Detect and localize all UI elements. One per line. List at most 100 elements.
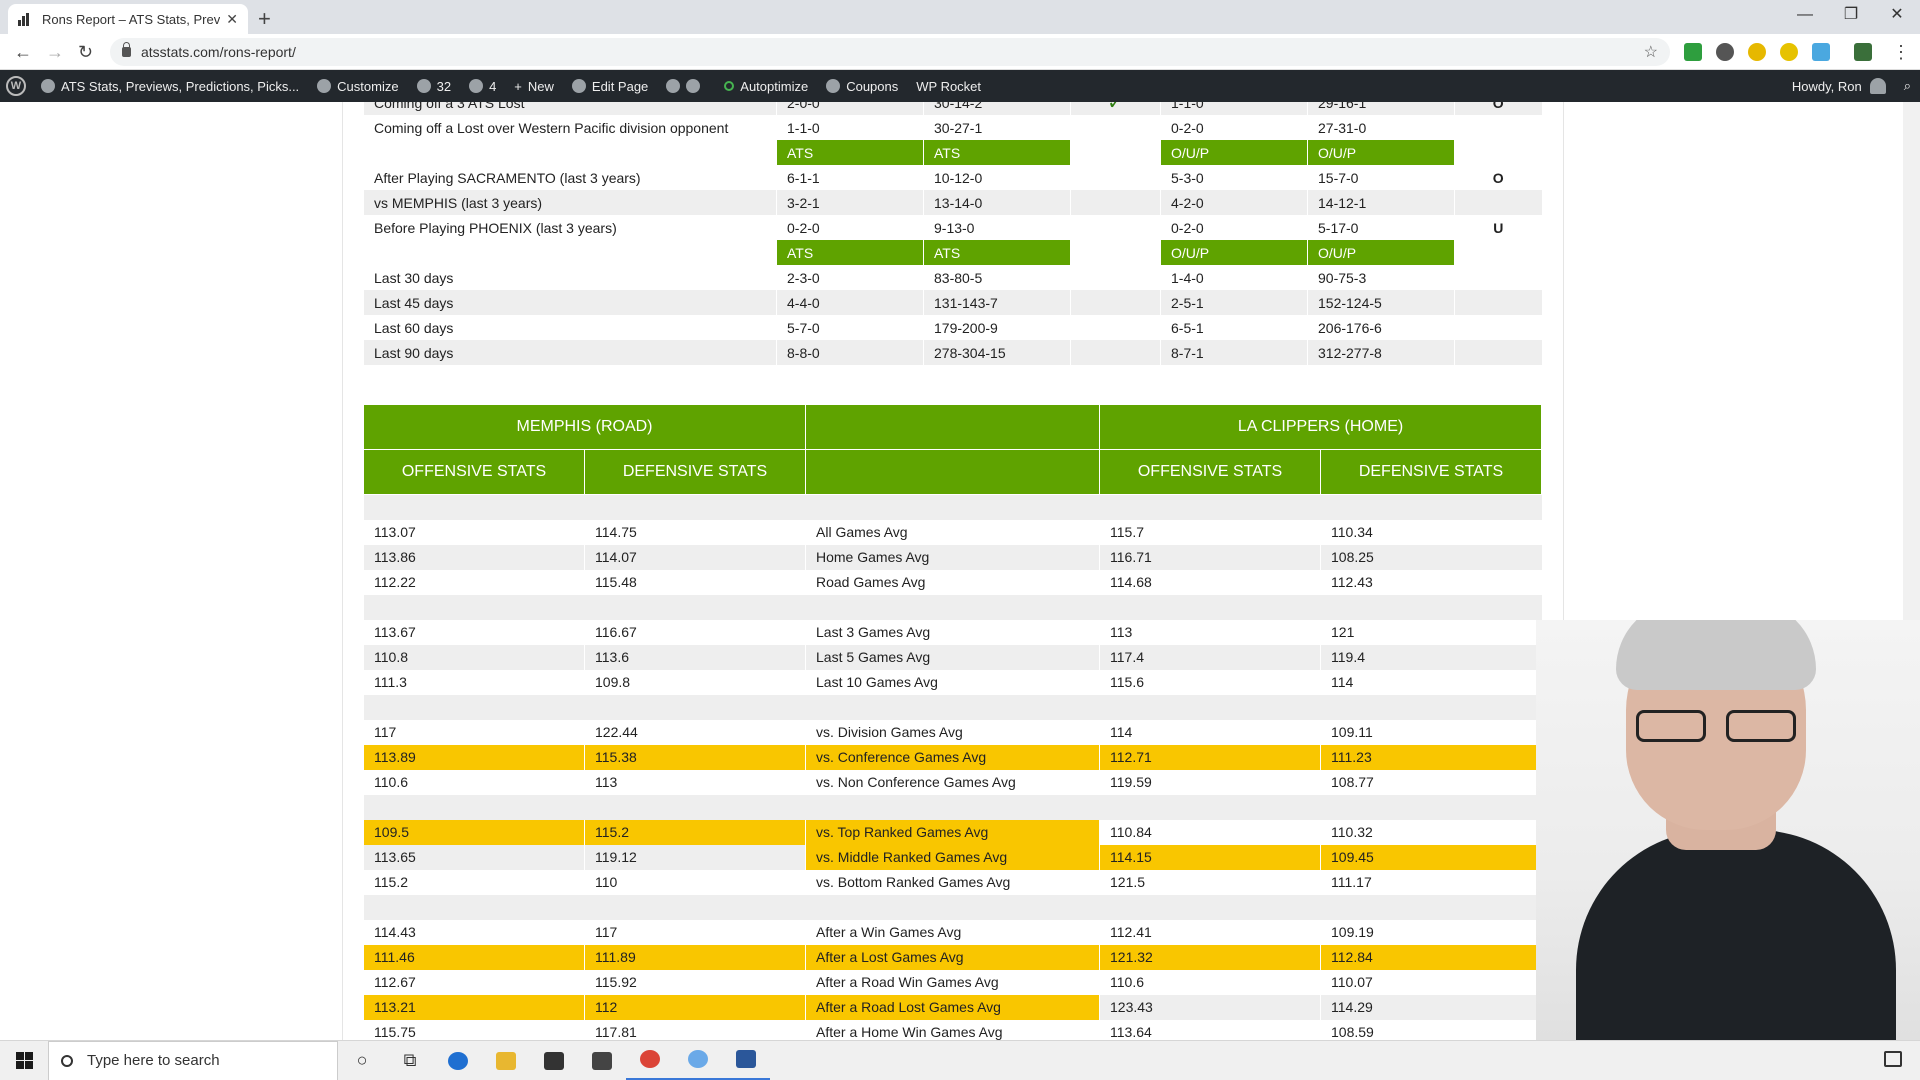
stats-cell-c: 115.7 — [1099, 519, 1321, 545]
wp-admin-bar: W ATS Stats, Previews, Predictions, Pick… — [0, 70, 1920, 102]
stats-cell-d: 114 — [1320, 669, 1542, 695]
stats-cell-label: vs. Conference Games Avg — [805, 744, 1100, 770]
wp-rocket[interactable]: WP Rocket — [907, 70, 990, 102]
stats-cell-label: vs. Non Conference Games Avg — [805, 769, 1100, 795]
trends-cell-c1: 8-8-0 — [776, 340, 924, 365]
home-defensive-header: DEFENSIVE STATS — [1320, 449, 1542, 495]
cortana-icon[interactable]: ○ — [338, 1041, 386, 1080]
word-icon[interactable] — [722, 1041, 770, 1080]
trends-cell-c3: 6-5-1 — [1160, 315, 1308, 340]
trends-row: Last 30 days 2-3-0 83-80-5 1-4-0 90-75-3 — [363, 265, 1542, 290]
mail-icon[interactable] — [578, 1041, 626, 1080]
trends-cell-c1: 4-4-0 — [776, 290, 924, 315]
stats-cell-b: 113.6 — [584, 644, 806, 670]
forward-icon[interactable]: → — [46, 42, 64, 63]
stats-row: 111.46 111.89 After a Lost Games Avg 121.32… — [363, 944, 1542, 970]
stats-cell-label: vs. Division Games Avg — [805, 719, 1100, 745]
stats-cell-label: vs. Top Ranked Games Avg — [805, 819, 1100, 845]
stats-cell-d: 112.43 — [1320, 569, 1542, 595]
close-window-button[interactable]: ✕ — [1874, 0, 1920, 34]
trends-cell-c4: 5-17-0 — [1307, 215, 1455, 240]
notifications-icon[interactable] — [1884, 1051, 1902, 1067]
stats-spacer-row — [363, 594, 1542, 620]
minimize-button[interactable]: — — [1782, 0, 1828, 34]
extension-home-icon[interactable] — [1748, 43, 1766, 61]
trends-cell-check — [1070, 315, 1161, 340]
wp-site-name[interactable]: ATS Stats, Previews, Predictions, Picks.… — [32, 70, 308, 102]
stats-cell-c: 113 — [1099, 619, 1321, 645]
file-explorer-icon[interactable] — [482, 1041, 530, 1080]
recorder-icon[interactable] — [674, 1041, 722, 1080]
address-bar[interactable]: atsstats.com/rons-report/ ☆ — [110, 38, 1670, 66]
spacer-cell — [363, 694, 1542, 720]
stats-cell-d: 111.17 — [1320, 869, 1542, 895]
wp-howdy[interactable]: Howdy, Ron — [1783, 70, 1895, 102]
stats-cell-d: 111.23 — [1320, 744, 1542, 770]
howdy-label: Howdy, Ron — [1791, 78, 1862, 94]
back-icon[interactable]: ← — [14, 42, 32, 63]
restore-button[interactable]: ❐ — [1828, 0, 1874, 34]
stats-cell-c: 112.41 — [1099, 919, 1321, 945]
trends-cell-label: After Playing SACRAMENTO (last 3 years) — [363, 165, 777, 190]
wp-coupons[interactable]: Coupons — [817, 70, 907, 102]
reload-icon[interactable]: ↻ — [78, 42, 93, 63]
stats-cell-c: 119.59 — [1099, 769, 1321, 795]
trends-cell-flag: O — [1454, 102, 1542, 115]
start-button[interactable] — [0, 1041, 48, 1080]
stats-cell-label: vs. Bottom Ranked Games Avg — [805, 869, 1100, 895]
stats-cell-c: 121.5 — [1099, 869, 1321, 895]
wp-customize[interactable]: Customize — [308, 70, 407, 102]
wp-search-icon[interactable]: ⌕ — [1895, 70, 1920, 102]
trends-row: After Playing SACRAMENTO (last 3 years) 6… — [363, 165, 1542, 190]
wp-comments[interactable]: 4 — [460, 70, 505, 102]
wordpress-logo-icon[interactable]: W — [6, 76, 26, 96]
trends-cell-empty — [1454, 240, 1542, 265]
extension-cloud-icon[interactable] — [1812, 43, 1830, 61]
taskbar-search-box[interactable]: Type here to search — [48, 1040, 338, 1080]
updates-count: 32 — [436, 78, 452, 94]
trends-cell-c4: 27-31-0 — [1307, 115, 1455, 140]
team-header-row: MEMPHIS (ROAD) LA CLIPPERS (HOME) — [363, 404, 1542, 450]
trends-cell-c2: 30-14-2 — [923, 102, 1071, 115]
browser-tab[interactable]: Rons Report – ATS Stats, Previews, ✕ — [8, 4, 248, 34]
stats-cell-d: 108.59 — [1320, 1019, 1542, 1040]
tab-close-icon[interactable]: ✕ — [226, 11, 238, 28]
stats-cell-c: 114.68 — [1099, 569, 1321, 595]
task-view-icon[interactable]: ⧉ — [386, 1041, 434, 1080]
stats-row: 115.75 117.81 After a Home Win Games Avg 11… — [363, 1019, 1542, 1040]
bookmark-star-icon[interactable]: ☆ — [1644, 42, 1658, 62]
extension-headphones-icon[interactable] — [1716, 43, 1734, 61]
profile-avatar-icon[interactable] — [1854, 43, 1872, 61]
wp-autoptimize[interactable]: Autoptimize — [715, 70, 817, 102]
extension-search-icon[interactable] — [1780, 43, 1798, 61]
site-name-label: ATS Stats, Previews, Predictions, Picks.… — [61, 78, 300, 94]
browser-menu-icon[interactable]: ⋮ — [1892, 42, 1910, 63]
stats-cell-b: 111.89 — [584, 944, 806, 970]
extension-check-icon[interactable] — [1684, 43, 1702, 61]
new-tab-button[interactable]: + — [258, 6, 271, 32]
brush-icon — [317, 79, 332, 93]
trends-cell-c4: 312-277-8 — [1307, 340, 1455, 365]
road-defensive-header: DEFENSIVE STATS — [584, 449, 806, 495]
stats-cell-d: 112.84 — [1320, 944, 1542, 970]
stats-cell-d: 114.29 — [1320, 994, 1542, 1020]
spacer-cell — [363, 494, 1542, 520]
chrome-icon[interactable] — [626, 1041, 674, 1080]
wp-updates[interactable]: 32 — [408, 70, 460, 102]
wp-yoast[interactable] — [657, 70, 715, 102]
road-offensive-header: OFFENSIVE STATS — [363, 449, 585, 495]
tab-title: Rons Report – ATS Stats, Previews, — [42, 11, 221, 27]
wp-new[interactable]: + New — [505, 70, 563, 102]
trends-cell-c3: 0-2-0 — [1160, 115, 1308, 140]
stats-row: 113.89 115.38 vs. Conference Games Avg 112.… — [363, 744, 1542, 770]
stats-cell-d: 110.32 — [1320, 819, 1542, 845]
stats-cell-b: 115.92 — [584, 969, 806, 995]
stats-cell-c: 123.43 — [1099, 994, 1321, 1020]
edge-icon[interactable] — [434, 1041, 482, 1080]
store-icon[interactable] — [530, 1041, 578, 1080]
stats-cell-d: 119.4 — [1320, 644, 1542, 670]
trends-row: Before Playing PHOENIX (last 3 years) 0-2… — [363, 215, 1542, 240]
wp-edit-page[interactable]: Edit Page — [563, 70, 657, 102]
stats-cell-d: 108.77 — [1320, 769, 1542, 795]
stats-cell-d: 110.34 — [1320, 519, 1542, 545]
